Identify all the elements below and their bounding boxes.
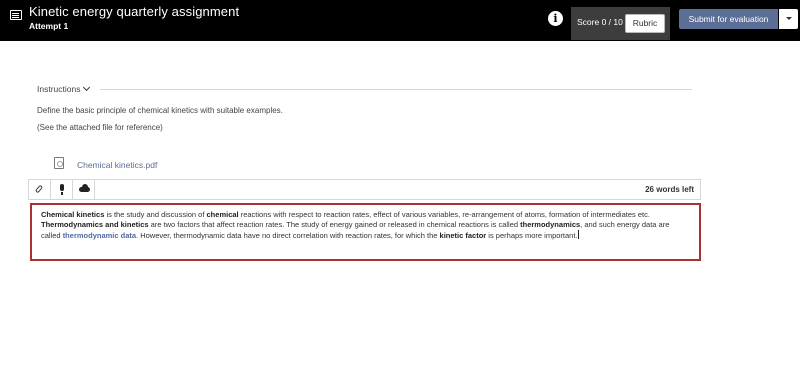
cloud-icon	[79, 184, 90, 192]
instructions-heading: Instructions	[37, 84, 81, 94]
attempt-label: Attempt 1	[29, 21, 69, 31]
bold-term: kinetic factor	[439, 231, 487, 240]
answer-text: reactions with respect to reaction rates…	[238, 210, 650, 219]
header-bar: Kinetic energy quarterly assignment Atte…	[0, 0, 800, 41]
cloud-upload-button[interactable]	[73, 180, 95, 199]
word-count: 26 words left	[645, 185, 694, 194]
submit-dropdown-caret[interactable]	[779, 9, 798, 29]
info-icon[interactable]: i	[548, 11, 563, 26]
submit-button[interactable]: Submit for evaluation	[679, 9, 778, 29]
bold-term: chemical	[206, 210, 239, 219]
answer-text: are two factors that affect reaction rat…	[148, 220, 521, 229]
attach-file-button[interactable]	[29, 180, 51, 199]
microphone-icon	[60, 184, 64, 195]
answer-text: . However, thermodynamic data have no di…	[136, 231, 440, 240]
chevron-down-icon	[83, 83, 91, 92]
pdf-file-icon	[54, 157, 64, 169]
instructions-toggle[interactable]: Instructions	[37, 83, 91, 94]
paperclip-icon	[34, 184, 44, 194]
answer-text: is perhaps more important.	[486, 231, 578, 240]
instruction-text: Define the basic principle of chemical k…	[37, 106, 283, 115]
answer-paragraph-2: Thermodynamics and kinetics are two fact…	[41, 220, 690, 241]
rubric-button[interactable]: Rubric	[625, 14, 665, 33]
page-title: Kinetic energy quarterly assignment	[29, 4, 240, 19]
bold-term: Chemical kinetics	[41, 210, 105, 219]
record-audio-button[interactable]	[51, 180, 73, 199]
attachment-link[interactable]: Chemical kinetics.pdf	[77, 160, 157, 170]
editor-toolbar: 26 words left	[28, 179, 701, 200]
answer-text: is the study and discussion of	[104, 210, 207, 219]
highlighted-term: thermodynamic data	[62, 231, 137, 240]
instruction-note: (See the attached file for reference)	[37, 123, 163, 132]
bold-term: thermodynamics	[520, 220, 581, 229]
score-label: Score 0 / 10	[577, 17, 623, 27]
assignment-icon	[10, 10, 22, 20]
text-cursor	[577, 230, 579, 239]
instructions-divider	[100, 89, 692, 90]
bold-term: Thermodynamics and kinetics	[41, 220, 149, 229]
answer-textarea[interactable]: Chemical kinetics is the study and discu…	[30, 203, 701, 261]
score-panel: Score 0 / 10 Rubric	[571, 7, 670, 40]
answer-paragraph-1: Chemical kinetics is the study and discu…	[41, 210, 690, 220]
